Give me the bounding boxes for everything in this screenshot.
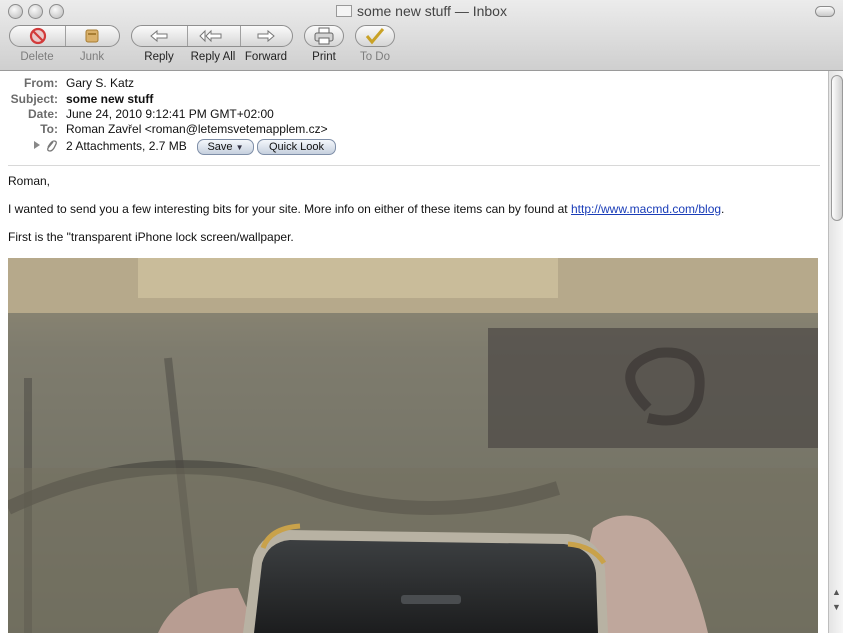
scroll-up-arrow-icon[interactable]: ▲ — [832, 587, 841, 597]
message-line-1-text: I wanted to send you a few interesting b… — [8, 202, 571, 216]
envelope-icon — [336, 5, 353, 17]
todo-label: To Do — [359, 51, 391, 63]
to-row: To: Roman Zavřel <roman@letemsvetemapple… — [0, 122, 820, 137]
date-value: June 24, 2010 9:12:41 PM GMT+02:00 — [66, 107, 274, 121]
iphone-photo-image — [8, 258, 818, 633]
forward-label: Forward — [244, 51, 288, 63]
vertical-scrollbar[interactable]: ▲ ▼ — [828, 71, 843, 633]
reply-button[interactable] — [146, 27, 172, 45]
date-label: Date: — [27, 107, 58, 121]
message-line-1-end: . — [721, 202, 725, 216]
window-title-container: some new stuff — Inbox — [0, 3, 843, 19]
attached-photo[interactable] — [8, 258, 818, 633]
segment-divider — [187, 26, 188, 46]
forward-arrow-icon — [257, 29, 275, 43]
print-label: Print — [312, 51, 336, 63]
quick-look-label: Quick Look — [268, 141, 325, 153]
segment-divider — [65, 26, 66, 46]
from-row: From: Gary S. Katz — [0, 76, 820, 91]
reply-all-label: Reply All — [190, 51, 236, 63]
greeting-text: Roman, — [8, 174, 51, 188]
todo-icon-wrap — [362, 27, 388, 45]
subject-label: Subject: — [10, 92, 58, 106]
window-title: some new stuff — Inbox — [357, 3, 507, 19]
attachments-row: 2 Attachments, 2.7 MB — [0, 139, 820, 154]
delete-icon — [29, 27, 47, 45]
reply-all-icon — [199, 29, 222, 43]
subject-row: Subject: some new stuff — [0, 92, 820, 107]
to-value[interactable]: Roman Zavřel <roman@letemsvetemapplem.cz… — [66, 122, 328, 136]
segment-divider — [240, 26, 241, 46]
quick-look-button[interactable]: Quick Look — [257, 139, 336, 155]
junk-label: Junk — [79, 51, 105, 63]
dropdown-triangle-icon: ▼ — [235, 143, 244, 152]
from-value[interactable]: Gary S. Katz — [66, 76, 134, 90]
reply-arrow-icon — [150, 29, 168, 43]
message-line-2: First is the "transparent iPhone lock sc… — [8, 230, 294, 244]
header-separator — [8, 165, 820, 166]
delete-label: Delete — [20, 51, 54, 63]
message-line-1: I wanted to send you a few interesting b… — [8, 202, 724, 216]
from-label: From: — [24, 76, 58, 90]
reply-label: Reply — [144, 51, 174, 63]
subject-value: some new stuff — [66, 92, 154, 106]
print-icon-wrap — [311, 27, 337, 45]
blog-link[interactable]: http://www.macmd.com/blog — [571, 202, 721, 216]
attachments-value: 2 Attachments, 2.7 MB — [66, 139, 187, 153]
delete-button[interactable] — [25, 27, 51, 45]
save-label: Save — [207, 141, 233, 153]
junk-icon — [85, 29, 99, 43]
scrollbar-thumb[interactable] — [831, 75, 843, 221]
checkmark-icon — [365, 28, 385, 45]
window-titlebar: some new stuff — Inbox Delete Junk Reply… — [0, 0, 843, 71]
reply-all-button[interactable] — [198, 27, 224, 45]
save-attachments-button[interactable]: Save ▼ — [197, 139, 254, 155]
paperclip-icon — [47, 140, 57, 152]
disclosure-triangle-icon[interactable] — [33, 140, 41, 150]
printer-icon — [314, 27, 334, 45]
scroll-down-arrow-icon[interactable]: ▼ — [832, 602, 841, 612]
forward-button[interactable] — [253, 27, 279, 45]
toolbar-toggle-button[interactable] — [815, 6, 835, 17]
date-row: Date: June 24, 2010 9:12:41 PM GMT+02:00 — [0, 107, 820, 122]
junk-button[interactable] — [79, 27, 105, 45]
to-label: To: — [40, 122, 58, 136]
